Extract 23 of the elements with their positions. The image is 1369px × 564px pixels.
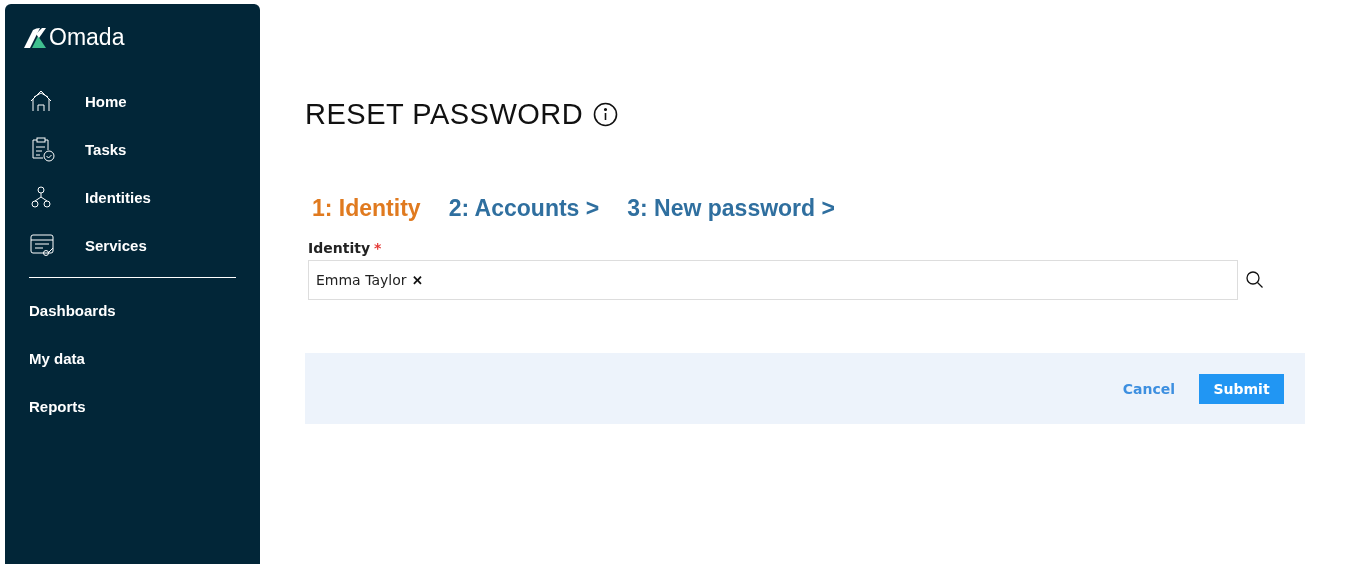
sidebar-item[interactable]: Services	[5, 221, 260, 269]
sidebar-item[interactable]: Tasks	[5, 125, 260, 173]
org-chart-icon	[29, 185, 53, 209]
sidebar-item[interactable]: Home	[5, 77, 260, 125]
omada-logo-icon	[24, 27, 46, 48]
page-title: RESET PASSWORD	[305, 98, 584, 131]
clipboard-icon	[29, 136, 55, 162]
browser-card-icon	[29, 233, 55, 257]
field-label: Identity	[308, 240, 370, 256]
sidebar-item[interactable]: Reports	[5, 382, 260, 430]
wizard-step[interactable]: 2: Accounts >	[448, 195, 600, 222]
required-mark: *	[374, 240, 382, 256]
sidebar-item[interactable]: My data	[5, 334, 260, 382]
remove-button[interactable]: ✕	[412, 272, 424, 288]
search-icon[interactable]	[1246, 271, 1264, 289]
home-icon	[29, 89, 53, 113]
identity-name: Emma Taylor	[316, 272, 407, 288]
brand-name: Omada	[49, 24, 125, 51]
sidebar-item[interactable]: Identities	[5, 173, 260, 221]
sidebar-item[interactable]: Dashboards	[5, 286, 260, 334]
info-icon[interactable]	[593, 102, 619, 127]
wizard-step[interactable]: 3: New password >	[627, 195, 835, 222]
identity-field[interactable]: Emma Taylor ✕	[308, 260, 1238, 300]
